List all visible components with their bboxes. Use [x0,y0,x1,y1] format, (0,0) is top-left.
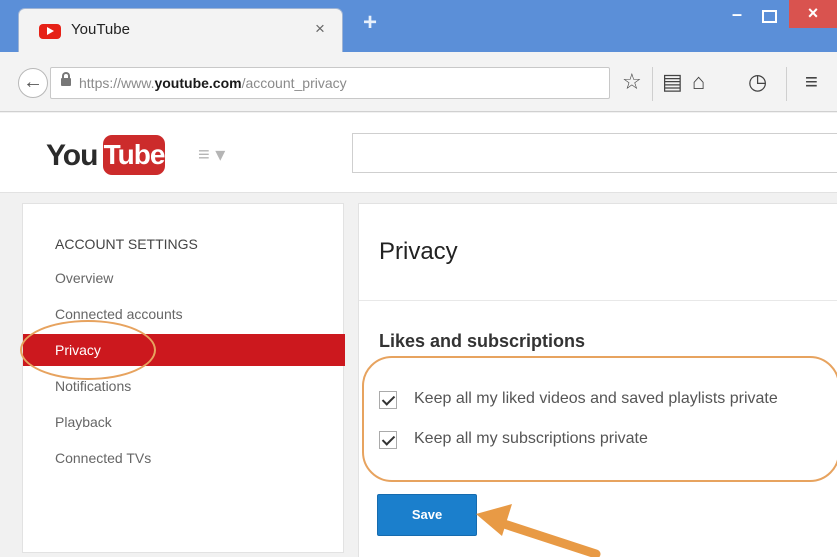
page-title: Privacy [379,238,458,265]
youtube-logo-you[interactable]: You [46,139,98,173]
sidebar-item-notifications[interactable]: Notifications [23,370,345,402]
page-content: You Tube ≡ ▾ ACCOUNT SETTINGS Overview C… [0,113,837,557]
url-path: /account_privacy [241,75,347,91]
new-tab-button[interactable]: + [358,11,382,36]
youtube-masthead: You Tube ≡ ▾ [0,113,837,193]
youtube-favicon-icon [39,24,61,39]
toolbar-separator [652,67,653,101]
annotation-arrow-icon [476,504,601,557]
url-prefix: https://www. [79,75,155,91]
star-icon[interactable]: ☆ [622,69,642,95]
tab-title: YouTube [71,21,130,38]
checkbox-checked[interactable] [379,431,397,449]
search-input[interactable] [352,133,837,173]
sidebar-item-playback[interactable]: Playback [23,406,345,438]
history-icon[interactable]: ◷ [748,69,767,95]
sidebar-item-connected-tvs[interactable]: Connected TVs [23,442,345,474]
maximize-button[interactable] [758,6,780,24]
divider [359,300,837,301]
youtube-logo-tube[interactable]: Tube [103,135,165,175]
home-icon[interactable]: ⌂ [692,69,705,95]
menu-icon[interactable]: ≡ [805,69,818,95]
browser-window: YouTube × + – × ← https://www.youtube.co… [0,0,837,557]
browser-tab-youtube[interactable]: YouTube × [18,8,343,52]
option-subscriptions-private[interactable]: Keep all my subscriptions private [379,429,837,453]
sidebar-item-privacy[interactable]: Privacy [23,334,345,366]
save-button[interactable]: Save [377,494,477,536]
sidebar-heading: ACCOUNT SETTINGS [55,236,198,252]
section-title: Likes and subscriptions [379,331,586,351]
url-bar[interactable]: https://www.youtube.com/account_privacy [50,67,610,99]
option-liked-videos-private[interactable]: Keep all my liked videos and saved playl… [379,389,837,413]
url-domain: youtube.com [154,75,242,91]
guide-menu-icon[interactable]: ≡ ▾ [198,145,225,165]
minimize-button[interactable]: – [722,5,752,26]
clipboard-icon[interactable]: ▤ [662,69,683,95]
tab-close-icon[interactable]: × [315,19,325,39]
option-label: Keep all my subscriptions private [414,430,648,447]
browser-navbar: ← https://www.youtube.com/account_privac… [0,52,837,112]
checkbox-checked[interactable] [379,391,397,409]
account-settings-sidebar: ACCOUNT SETTINGS Overview Connected acco… [22,203,345,553]
option-label: Keep all my liked videos and saved playl… [414,390,778,407]
back-button[interactable]: ← [18,68,48,98]
browser-titlebar: YouTube × + – × [0,0,837,52]
sidebar-item-connected-accounts[interactable]: Connected accounts [23,298,345,330]
sidebar-item-overview[interactable]: Overview [23,262,345,294]
close-window-button[interactable]: × [789,0,837,28]
lock-icon [61,72,71,86]
url-text: https://www.youtube.com/account_privacy [79,75,347,91]
toolbar-separator [786,67,787,101]
